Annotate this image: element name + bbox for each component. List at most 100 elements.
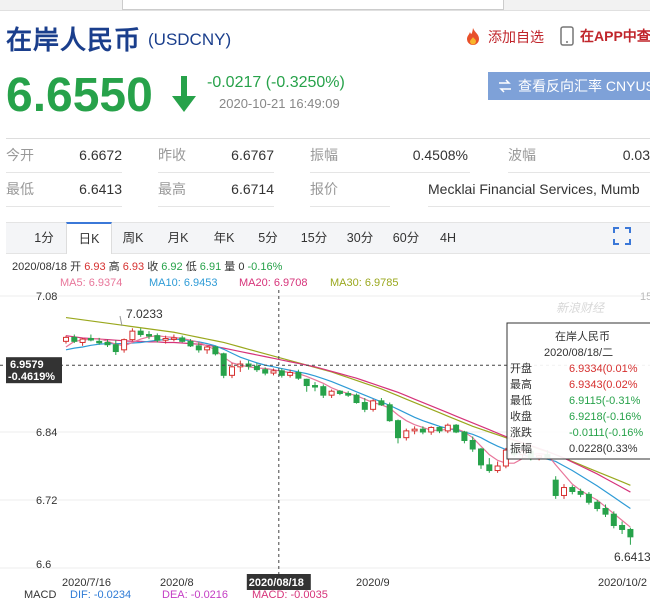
candle-body [112,344,119,353]
search-box[interactable] [122,0,504,10]
quote-time: 2020-10-21 16:49:09 [219,96,340,111]
symbol-code: (USDCNY) [148,30,232,49]
ohlc-field: 高 [109,259,123,273]
stats-table: 今开 6.6672 昨收 6.6767 振幅 0.4508% 波幅 0.03 最… [6,138,650,207]
candle-body [146,334,152,337]
candle-body [627,528,634,538]
candle-body [444,424,451,432]
tooltip-label: 涨跌 [510,425,532,439]
tooltip-value: 0.0228(0.33% [569,443,638,455]
ohlc-legend: 2020/08/18 开 6.93 高 6.93 收 6.92 低 6.91 量… [12,259,283,273]
macd-legend-item: DEA: -0.0216 [162,589,228,599]
fullscreen-icon[interactable] [612,226,632,246]
flame-icon [467,28,479,45]
tab-daily-k[interactable]: 日K [66,222,112,254]
candle-body [87,338,94,341]
tab-weekly-k[interactable]: 周K [112,223,154,253]
candle-body [278,370,285,376]
tab-4h[interactable]: 4H [430,223,466,253]
candle-body [336,390,343,394]
tooltip-label: 开盘 [510,361,532,375]
tooltip-value: 6.9334(0.01% [569,363,638,375]
tooltip-value: 6.9343(0.02% [569,379,638,391]
x-tick-label: 2020/10/2 [598,577,647,589]
tab-60min[interactable]: 60分 [384,223,428,253]
tooltip-value: 6.9115(-0.31% [569,395,641,407]
candle-body [104,341,111,346]
page-title: 在岸人民币 [6,25,142,55]
candle-body [602,508,609,515]
candle-body [378,400,385,406]
candle-body [361,402,368,410]
open-in-app-button[interactable]: 在APP中查 [560,26,650,46]
ohlc-field: 6.93 [84,261,108,273]
tooltip-title: 在岸人民币 [555,330,610,343]
candle-body [370,400,377,410]
stat-value: 6.6672 [6,139,122,173]
candle-body [411,428,418,432]
candle-body [312,385,318,388]
y-tick-label: 6.6 [36,559,51,571]
candle-body [610,513,617,526]
candle-body [204,346,211,351]
tooltip-label: 振幅 [510,441,532,455]
candle-body [63,336,69,342]
ma-legend-item: MA30: 6.9785 [330,277,399,289]
candle-body [345,392,352,396]
ohlc-field: 6.92 [161,261,185,273]
tab-5min[interactable]: 5分 [248,223,288,253]
macd-legend-item: DIF: -0.0234 [70,589,131,599]
y-tick-label: 6.72 [36,495,57,507]
candle-body [577,491,584,495]
candle-body [170,337,177,340]
candle-body [253,365,260,371]
phone-icon [560,26,574,46]
tooltip-label: 最高 [510,377,532,391]
tab-30min[interactable]: 30分 [338,223,382,253]
x-tick-label: 2020/8 [160,577,194,589]
candle-body [162,338,169,341]
reverse-rate-button[interactable]: 查看反向汇率 CNYUS [488,72,650,100]
add-favorite-button[interactable]: 添加自选 [462,26,544,48]
price-change: -0.0217 (-0.3250%) [207,74,345,91]
candle-body [453,424,460,433]
down-arrow-icon [172,76,196,112]
candle-body [220,353,227,376]
kline-chart[interactable]: 2020/08/18 开 6.93 高 6.93 收 6.92 低 6.91 量… [0,256,650,599]
candle-body [436,426,443,432]
cursor-date: 2020/08/18 [249,577,304,589]
candle-body [71,336,78,342]
candle-body [469,440,476,450]
current-price: 6.6550 [6,69,153,122]
stat-value: 0.03 [508,139,650,173]
ohlc-field: 低 [186,260,200,273]
ohlc-field: -0.16% [248,261,283,273]
candle-body [461,431,468,441]
candle-body [154,335,161,341]
chart-tooltip: 在岸人民币 2020/08/18/二开盘 6.9334(0.01% 最高 6.9343(… [506,322,650,460]
tooltip-label: 收盘 [510,409,532,423]
candle-body [619,525,626,530]
y-axis: 7.08 6.84 6.72 6.6 [36,291,57,571]
tooltip-label: 最低 [510,394,532,407]
tab-monthly-k[interactable]: 月K [156,223,200,253]
candle-body [179,337,186,342]
candle-body [187,340,194,347]
tab-15min[interactable]: 15分 [292,223,336,253]
candle-body [585,493,592,503]
candle-body [295,372,302,379]
candle-body [137,330,144,336]
ohlc-text: 2020/08/18 开 6.93 高 6.93 收 6.92 低 6.91 量… [12,259,283,273]
candle-body [395,420,401,439]
ohlc-field: 6.91 [200,261,224,273]
candle-body [486,464,493,472]
x-axis: 2020/7/16 2020/8 2020/9 2020/10/2 [62,577,647,589]
add-favorite-label: 添加自选 [488,29,544,45]
candle-body [328,390,335,396]
tab-yearly-k[interactable]: 年K [202,223,246,253]
y-tick-label: 6.84 [36,427,57,439]
candle-body [121,339,128,351]
candle-body [262,369,269,374]
tab-1min[interactable]: 1分 [24,223,64,253]
ma-legend-item: MA10: 6.9453 [149,277,218,289]
